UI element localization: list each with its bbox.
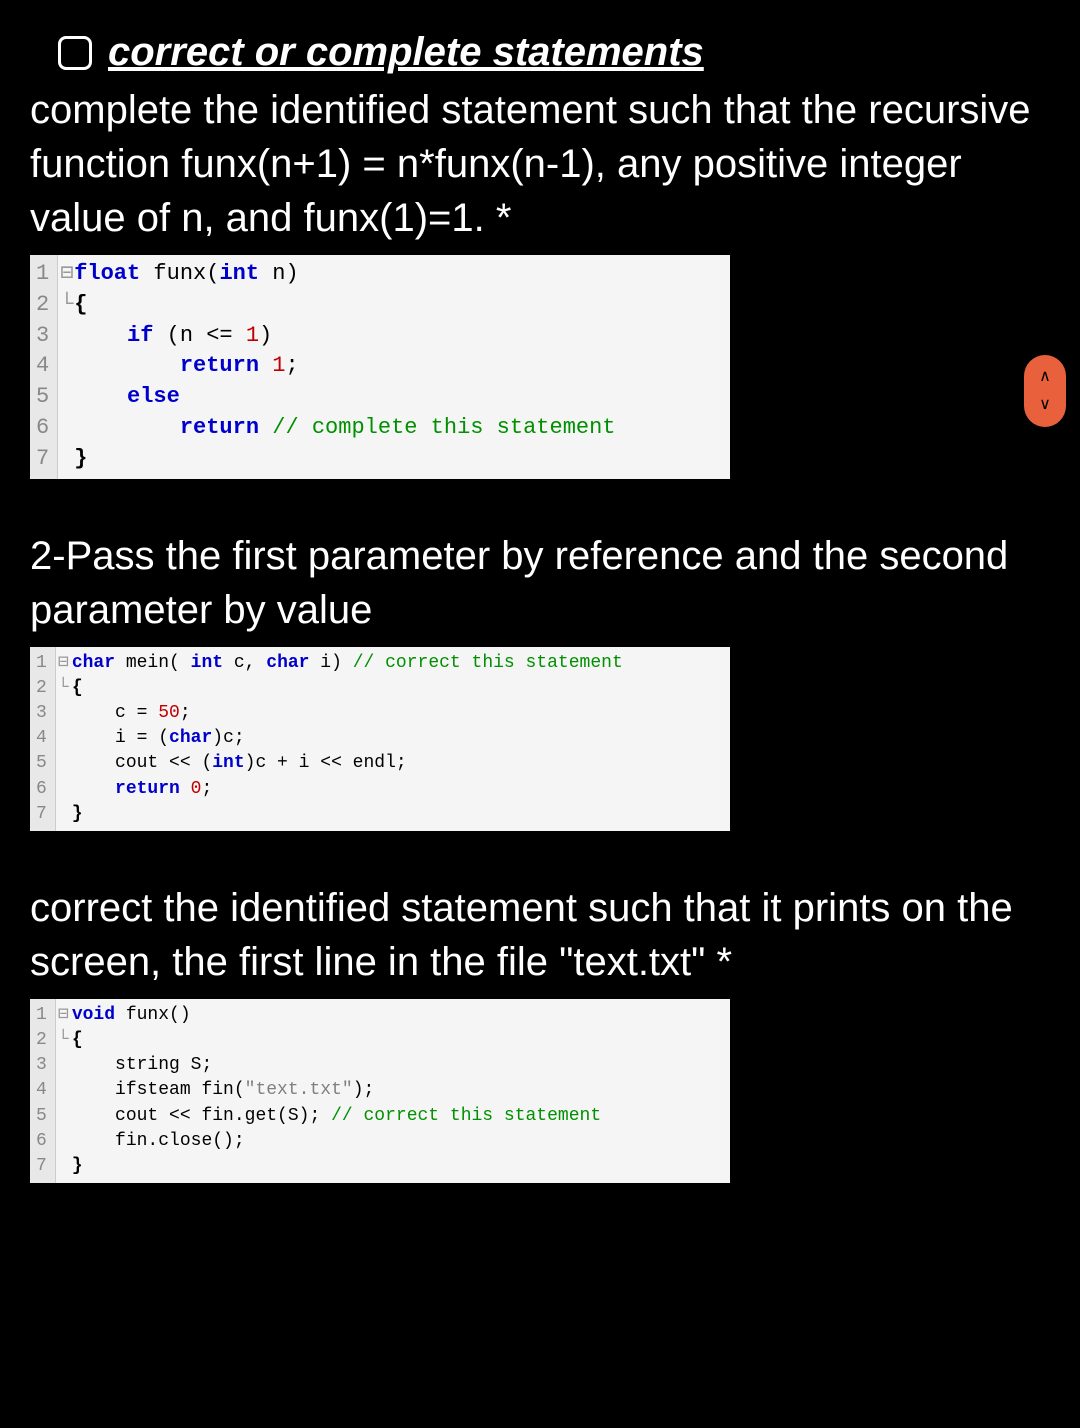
code-lines: void funx() { string S; ifsteam fin("tex… [70,999,730,1183]
section-title: correct or complete statements [108,30,704,75]
question-3-text: correct the identified statement such th… [30,881,1050,989]
scroll-control[interactable]: ∧ ∨ [1024,355,1066,427]
fold-column: ⊟└ [58,255,72,479]
code-block-1: 1234567 ⊟└ float funx(int n) { if (n <= … [30,255,730,479]
question-1-text: complete the identified statement such t… [30,83,1050,245]
line-gutter: 1234567 [30,999,56,1183]
line-gutter: 1234567 [30,255,58,479]
code-block-3: 1234567 ⊟└ void funx() { string S; ifste… [30,999,730,1183]
chevron-up-icon[interactable]: ∧ [1039,369,1051,385]
fold-column: ⊟└ [56,999,70,1183]
question-header: correct or complete statements [30,30,1050,75]
chevron-down-icon[interactable]: ∨ [1039,397,1051,413]
code-lines: float funx(int n) { if (n <= 1) return 1… [72,255,730,479]
fold-column: ⊟└ [56,647,70,831]
code-lines: char mein( int c, char i) // correct thi… [70,647,730,831]
line-gutter: 1234567 [30,647,56,831]
checkbox-icon[interactable] [58,36,92,70]
code-block-2: 1234567 ⊟└ char mein( int c, char i) // … [30,647,730,831]
question-2-text: 2-Pass the first parameter by reference … [30,529,1050,637]
